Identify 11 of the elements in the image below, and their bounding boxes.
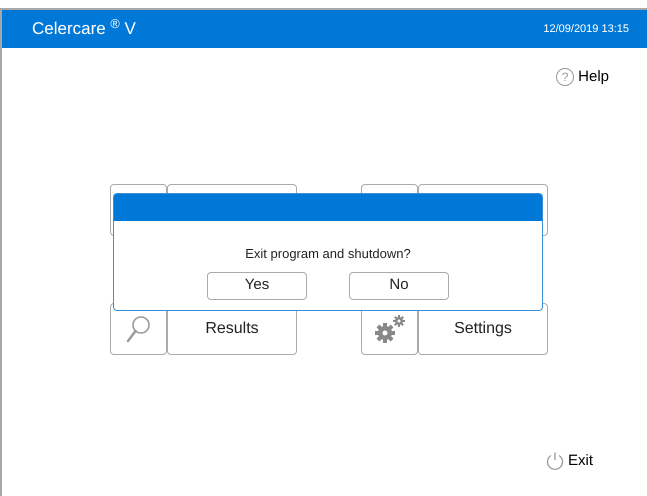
help-link[interactable]: ? Help [556, 66, 609, 88]
help-icon: ? [556, 68, 574, 86]
search-icon [126, 314, 152, 342]
date-time: 12/09/2019 13:15 [543, 22, 629, 37]
dialog-button[interactable]: No [349, 272, 449, 300]
exit-link[interactable]: Exit [544, 450, 593, 472]
power-icon [544, 450, 565, 471]
app-title: Celercare $^{®}$ V [32, 16, 136, 40]
gears-icon [372, 314, 406, 344]
dialog-button[interactable]: Yes [207, 272, 307, 300]
dialog-message: Exit program and shutdown? [244, 245, 412, 263]
